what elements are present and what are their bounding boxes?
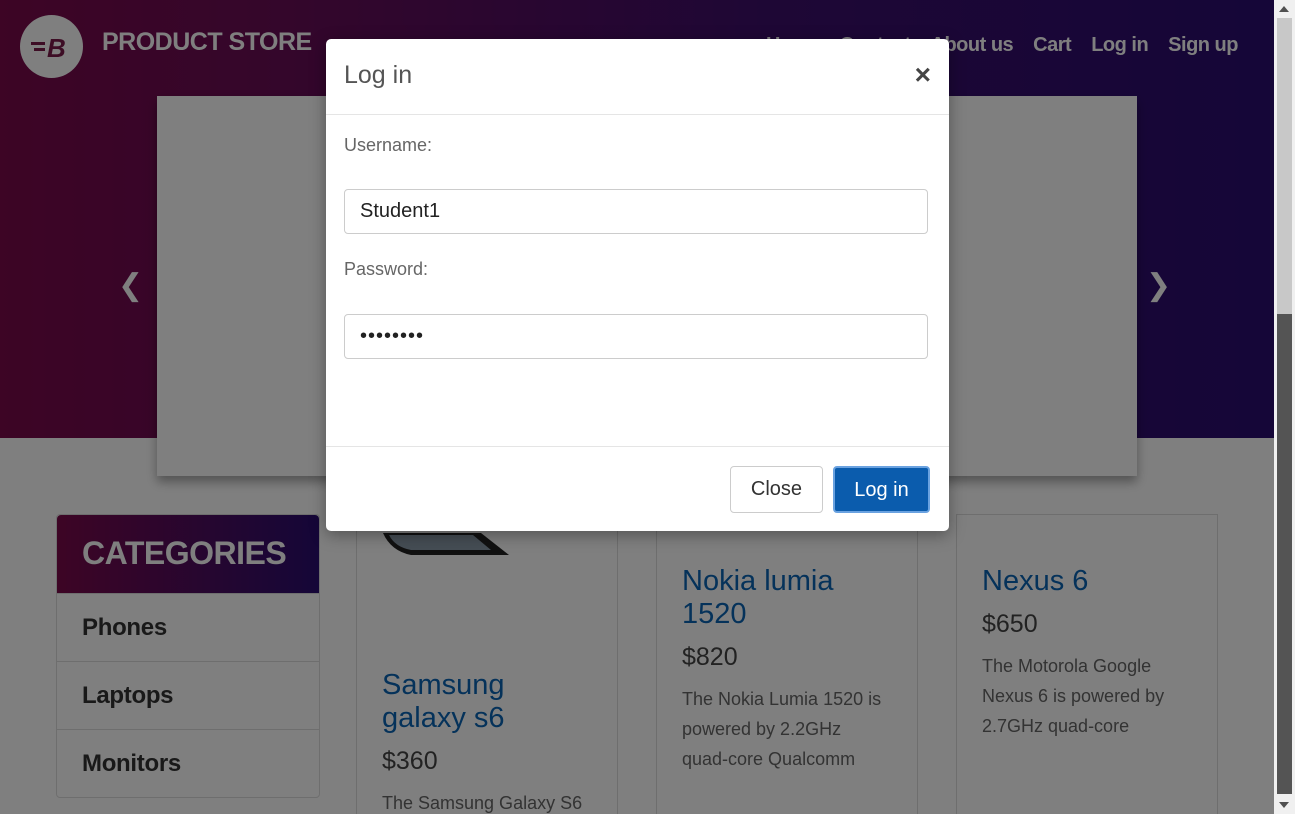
modal-footer: Close Log in — [326, 446, 949, 532]
scroll-up-icon[interactable] — [1279, 6, 1289, 12]
close-button[interactable]: Close — [730, 466, 823, 513]
scroll-down-icon[interactable] — [1279, 802, 1289, 808]
username-label: Username: — [344, 135, 433, 155]
modal-title: Log in — [344, 61, 413, 89]
password-input[interactable]: •••••••• — [344, 314, 928, 359]
vertical-scrollbar[interactable] — [1274, 0, 1295, 814]
username-input[interactable]: Student1 — [344, 189, 928, 234]
password-label: Password: — [344, 259, 429, 279]
scroll-track[interactable] — [1277, 314, 1292, 794]
close-icon[interactable]: × — [915, 61, 931, 89]
modal-header: Log in × — [326, 39, 949, 115]
page: B PRODUCT STORE Home Contact About us Ca… — [0, 0, 1274, 814]
scroll-thumb[interactable] — [1277, 18, 1292, 314]
login-button[interactable]: Log in — [833, 466, 930, 513]
login-modal: Log in × Username: Student1 Password: ••… — [326, 39, 949, 531]
